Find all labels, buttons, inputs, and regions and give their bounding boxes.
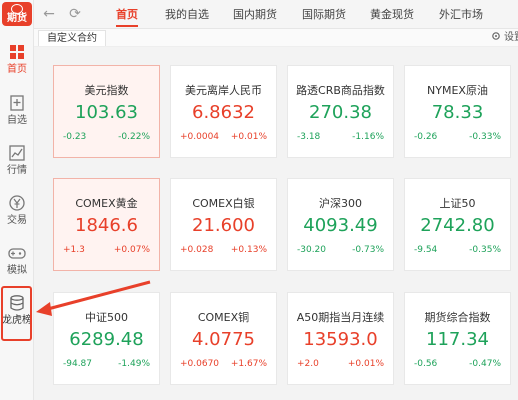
- percent-change: -0.33%: [469, 132, 501, 142]
- instrument-price: 21.600: [192, 215, 255, 236]
- quote-card[interactable]: COMEX黄金 1846.6 +1.3 +0.07%: [53, 178, 160, 271]
- quote-card[interactable]: 上证50 2742.80 -9.54 -0.35%: [404, 178, 511, 271]
- price-change: -94.87: [63, 359, 93, 369]
- tab-domestic-futures[interactable]: 国内期货: [233, 0, 277, 29]
- price-change: +0.028: [180, 245, 214, 255]
- settings-label: 设置: [504, 32, 518, 43]
- instrument-name: 中证500: [85, 311, 128, 324]
- quote-card-grid: 美元指数 103.63 -0.23 -0.22% 美元离岸人民币 6.8632 …: [34, 47, 518, 400]
- chart-icon: [9, 145, 25, 161]
- instrument-name: 上证50: [439, 197, 476, 210]
- quote-card[interactable]: 沪深300 4093.49 -30.20 -0.73%: [287, 178, 394, 271]
- instrument-name: 路透CRB商品指数: [296, 84, 385, 97]
- sidebar-item-quotes[interactable]: 行情: [0, 143, 34, 183]
- price-change: -0.56: [414, 359, 438, 369]
- instrument-name: 期货综合指数: [424, 311, 491, 324]
- instrument-name: COMEX黄金: [75, 197, 138, 210]
- quote-card[interactable]: 路透CRB商品指数 270.38 -3.18 -1.16%: [287, 65, 394, 158]
- quote-card[interactable]: A50期指当月连续 13593.0 +2.0 +0.01%: [287, 292, 394, 385]
- tab-international-futures[interactable]: 国际期货: [302, 0, 346, 29]
- back-arrow-icon[interactable]: ←: [40, 5, 58, 23]
- home-grid-icon: [10, 45, 24, 59]
- price-change: +1.3: [63, 245, 85, 255]
- instrument-name: 沪深300: [319, 197, 362, 210]
- instrument-name: COMEX铜: [197, 311, 250, 324]
- quote-card[interactable]: 美元指数 103.63 -0.23 -0.22%: [53, 65, 160, 158]
- quote-card[interactable]: NYMEX原油 78.33 -0.26 -0.33%: [404, 65, 511, 158]
- percent-change: +0.01%: [347, 359, 384, 369]
- percent-change: +0.01%: [230, 132, 267, 142]
- gamepad-icon: [8, 248, 26, 259]
- percent-change: -0.73%: [352, 245, 384, 255]
- price-change: +0.0670: [180, 359, 220, 369]
- instrument-name: NYMEX原油: [427, 84, 488, 97]
- instrument-price: 6.8632: [192, 102, 255, 123]
- quote-card[interactable]: 期货综合指数 117.34 -0.56 -0.47%: [404, 292, 511, 385]
- quote-card[interactable]: COMEX铜 4.0775 +0.0670 +1.67%: [170, 292, 277, 385]
- instrument-name: COMEX白银: [192, 197, 255, 210]
- sub-toolbar: 自定义合约 设置: [34, 29, 518, 47]
- yen-trade-icon: [9, 195, 25, 211]
- instrument-name: 美元指数: [84, 84, 129, 97]
- percent-change: -0.22%: [118, 132, 150, 142]
- instrument-price: 4093.49: [303, 215, 378, 236]
- instrument-price: 13593.0: [303, 329, 378, 350]
- instrument-price: 4.0775: [192, 329, 255, 350]
- instrument-price: 1846.6: [75, 215, 138, 236]
- quote-card[interactable]: COMEX白银 21.600 +0.028 +0.13%: [170, 178, 277, 271]
- price-change: -9.54: [414, 245, 438, 255]
- price-change: -0.23: [63, 132, 87, 142]
- percent-change: -0.47%: [469, 359, 501, 369]
- favorites-icon: [10, 95, 24, 111]
- instrument-price: 270.38: [309, 102, 372, 123]
- sidebar-item-label: 模拟: [7, 265, 27, 276]
- refresh-icon[interactable]: ⟳: [66, 5, 84, 23]
- tab-my-favorites[interactable]: 我的自选: [165, 0, 209, 29]
- percent-change: -1.49%: [118, 359, 150, 369]
- tab-gold-spot[interactable]: 黄金现货: [370, 0, 414, 29]
- percent-change: -1.16%: [352, 132, 384, 142]
- sidebar-item-favorites[interactable]: 自选: [0, 93, 34, 133]
- instrument-price: 103.63: [75, 102, 138, 123]
- instrument-price: 6289.48: [69, 329, 144, 350]
- price-change: +2.0: [297, 359, 319, 369]
- top-navigation-bar: ← ⟳ 首页 我的自选 国内期货 国际期货 黄金现货 外汇市场: [34, 0, 518, 29]
- sidebar-item-label: 行情: [7, 165, 27, 176]
- price-change: -0.26: [414, 132, 438, 142]
- annotation-highlight-box: [1, 286, 32, 341]
- custom-contract-tab[interactable]: 自定义合约: [38, 30, 106, 46]
- gear-icon: [492, 32, 500, 40]
- percent-change: +0.13%: [230, 245, 267, 255]
- settings-button[interactable]: 设置: [491, 29, 518, 47]
- price-change: -30.20: [297, 245, 327, 255]
- price-change: -3.18: [297, 132, 321, 142]
- percent-change: +0.07%: [113, 245, 150, 255]
- quote-card[interactable]: 中证500 6289.48 -94.87 -1.49%: [53, 292, 160, 385]
- percent-change: -0.35%: [469, 245, 501, 255]
- percent-change: +1.67%: [230, 359, 267, 369]
- app-logo[interactable]: 期货: [2, 2, 32, 26]
- instrument-price: 117.34: [426, 329, 489, 350]
- sidebar-item-label: 首页: [7, 64, 27, 75]
- quote-card[interactable]: 美元离岸人民币 6.8632 +0.0004 +0.01%: [170, 65, 277, 158]
- instrument-name: A50期指当月连续: [296, 311, 385, 324]
- sidebar-item-label: 交易: [7, 215, 27, 226]
- sidebar-item-simulation[interactable]: 模拟: [0, 243, 34, 283]
- price-change: +0.0004: [180, 132, 220, 142]
- tab-forex-market[interactable]: 外汇市场: [439, 0, 483, 29]
- sidebar-item-home[interactable]: 首页: [0, 42, 34, 82]
- instrument-price: 78.33: [431, 102, 484, 123]
- tab-home[interactable]: 首页: [116, 0, 138, 29]
- sidebar-item-trade[interactable]: 交易: [0, 193, 34, 233]
- instrument-name: 美元离岸人民币: [185, 84, 262, 97]
- logo-text: 期货: [7, 13, 27, 24]
- sidebar-item-label: 自选: [7, 115, 27, 126]
- instrument-price: 2742.80: [420, 215, 495, 236]
